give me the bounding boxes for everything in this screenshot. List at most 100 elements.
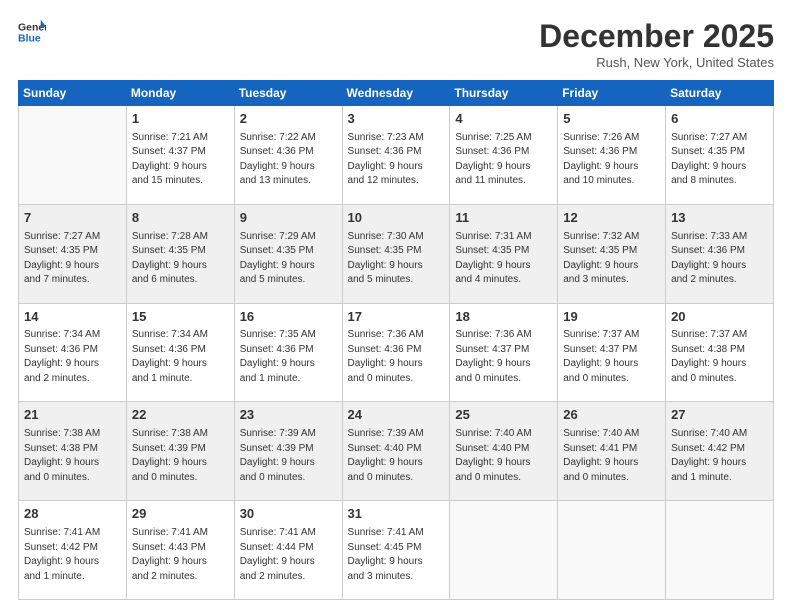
cell-text: Sunrise: 7:38 AM [132, 427, 229, 442]
cell-text: Sunrise: 7:40 AM [455, 427, 552, 442]
table-row: 18Sunrise: 7:36 AMSunset: 4:37 PMDayligh… [450, 303, 558, 402]
header: General Blue December 2025 Rush, New Yor… [18, 18, 774, 70]
cell-text: Sunrise: 7:41 AM [132, 526, 229, 541]
cell-text: and 0 minutes. [348, 471, 445, 486]
cell-text: Daylight: 9 hours [24, 259, 121, 274]
table-row: 7Sunrise: 7:27 AMSunset: 4:35 PMDaylight… [19, 204, 127, 303]
table-row: 6Sunrise: 7:27 AMSunset: 4:35 PMDaylight… [666, 106, 774, 205]
day-number: 6 [671, 110, 768, 129]
cell-text: Sunrise: 7:34 AM [132, 328, 229, 343]
day-number: 25 [455, 406, 552, 425]
cell-text: and 1 minute. [240, 372, 337, 387]
cell-text: and 0 minutes. [671, 372, 768, 387]
cell-text: Sunrise: 7:21 AM [132, 131, 229, 146]
day-number: 18 [455, 308, 552, 327]
svg-text:Blue: Blue [18, 33, 41, 45]
cell-text: Sunset: 4:36 PM [24, 343, 121, 358]
cell-text: Sunrise: 7:37 AM [563, 328, 660, 343]
cell-text: and 12 minutes. [348, 174, 445, 189]
col-saturday: Saturday [666, 81, 774, 106]
cell-text: Sunrise: 7:26 AM [563, 131, 660, 146]
table-row: 2Sunrise: 7:22 AMSunset: 4:36 PMDaylight… [234, 106, 342, 205]
table-row: 9Sunrise: 7:29 AMSunset: 4:35 PMDaylight… [234, 204, 342, 303]
cell-text: Daylight: 9 hours [132, 160, 229, 175]
cell-text: Daylight: 9 hours [348, 160, 445, 175]
calendar-week-row: 21Sunrise: 7:38 AMSunset: 4:38 PMDayligh… [19, 402, 774, 501]
cell-text: and 11 minutes. [455, 174, 552, 189]
cell-text: and 0 minutes. [563, 471, 660, 486]
col-tuesday: Tuesday [234, 81, 342, 106]
table-row: 24Sunrise: 7:39 AMSunset: 4:40 PMDayligh… [342, 402, 450, 501]
cell-text: Sunset: 4:37 PM [132, 145, 229, 160]
cell-text: Daylight: 9 hours [455, 357, 552, 372]
cell-text: Sunset: 4:43 PM [132, 541, 229, 556]
cell-text: and 13 minutes. [240, 174, 337, 189]
cell-text: Sunrise: 7:30 AM [348, 230, 445, 245]
cell-text: Daylight: 9 hours [348, 259, 445, 274]
cell-text: Sunset: 4:36 PM [240, 343, 337, 358]
cell-text: and 1 minute. [671, 471, 768, 486]
day-number: 26 [563, 406, 660, 425]
cell-text: Daylight: 9 hours [24, 456, 121, 471]
day-number: 5 [563, 110, 660, 129]
cell-text: Sunset: 4:36 PM [455, 145, 552, 160]
calendar-week-row: 28Sunrise: 7:41 AMSunset: 4:42 PMDayligh… [19, 501, 774, 600]
cell-text: Sunset: 4:36 PM [240, 145, 337, 160]
cell-text: and 15 minutes. [132, 174, 229, 189]
cell-text: Sunset: 4:39 PM [240, 442, 337, 457]
cell-text: Daylight: 9 hours [563, 160, 660, 175]
day-number: 21 [24, 406, 121, 425]
cell-text: Sunset: 4:37 PM [455, 343, 552, 358]
cell-text: Daylight: 9 hours [671, 456, 768, 471]
cell-text: Sunset: 4:40 PM [348, 442, 445, 457]
table-row: 25 Sunrise: 7:40 AMSunset: 4:40 PMDayligh… [450, 402, 558, 501]
cell-text: Sunset: 4:35 PM [132, 244, 229, 259]
calendar-week-row: 1Sunrise: 7:21 AMSunset: 4:37 PMDaylight… [19, 106, 774, 205]
cell-text: Sunset: 4:42 PM [671, 442, 768, 457]
day-number: 4 [455, 110, 552, 129]
table-row [450, 501, 558, 600]
table-row: 12Sunrise: 7:32 AMSunset: 4:35 PMDayligh… [558, 204, 666, 303]
cell-text: Sunrise: 7:28 AM [132, 230, 229, 245]
cell-text: Daylight: 9 hours [240, 160, 337, 175]
cell-text: and 3 minutes. [563, 273, 660, 288]
cell-text: and 1 minute. [132, 372, 229, 387]
cell-text: Daylight: 9 hours [348, 555, 445, 570]
cell-text: Daylight: 9 hours [563, 357, 660, 372]
cell-text: Daylight: 9 hours [24, 357, 121, 372]
month-title: December 2025 [539, 18, 774, 55]
day-number: 30 [240, 505, 337, 524]
cell-text: Sunset: 4:36 PM [132, 343, 229, 358]
day-number: 16 [240, 308, 337, 327]
cell-text: Sunrise: 7:32 AM [563, 230, 660, 245]
table-row: 20Sunrise: 7:37 AMSunset: 4:38 PMDayligh… [666, 303, 774, 402]
day-number: 27 [671, 406, 768, 425]
cell-text: Sunset: 4:35 PM [563, 244, 660, 259]
table-row: 13Sunrise: 7:33 AMSunset: 4:36 PMDayligh… [666, 204, 774, 303]
cell-text: Daylight: 9 hours [455, 259, 552, 274]
cell-text: and 2 minutes. [132, 570, 229, 585]
cell-text: and 1 minute. [24, 570, 121, 585]
cell-text: Sunset: 4:42 PM [24, 541, 121, 556]
cell-text: and 5 minutes. [240, 273, 337, 288]
cell-text: Sunset: 4:39 PM [132, 442, 229, 457]
cell-text: Sunrise: 7:34 AM [24, 328, 121, 343]
cell-text: Sunrise: 7:41 AM [240, 526, 337, 541]
cell-text: Sunset: 4:40 PM [455, 442, 552, 457]
cell-text: Sunset: 4:35 PM [240, 244, 337, 259]
cell-text: and 0 minutes. [455, 372, 552, 387]
cell-text: Daylight: 9 hours [132, 555, 229, 570]
page: General Blue December 2025 Rush, New Yor… [0, 0, 792, 612]
cell-text: Sunrise: 7:41 AM [24, 526, 121, 541]
cell-text: Sunrise: 7:25 AM [455, 131, 552, 146]
cell-text: Sunset: 4:37 PM [563, 343, 660, 358]
cell-text: Sunrise: 7:39 AM [240, 427, 337, 442]
title-area: December 2025 Rush, New York, United Sta… [539, 18, 774, 70]
day-number: 1 [132, 110, 229, 129]
cell-text: Daylight: 9 hours [455, 456, 552, 471]
table-row: 16Sunrise: 7:35 AMSunset: 4:36 PMDayligh… [234, 303, 342, 402]
cell-text: Daylight: 9 hours [240, 456, 337, 471]
generalblue-logo-icon: General Blue [18, 18, 46, 46]
table-row: 4Sunrise: 7:25 AMSunset: 4:36 PMDaylight… [450, 106, 558, 205]
cell-text: and 10 minutes. [563, 174, 660, 189]
